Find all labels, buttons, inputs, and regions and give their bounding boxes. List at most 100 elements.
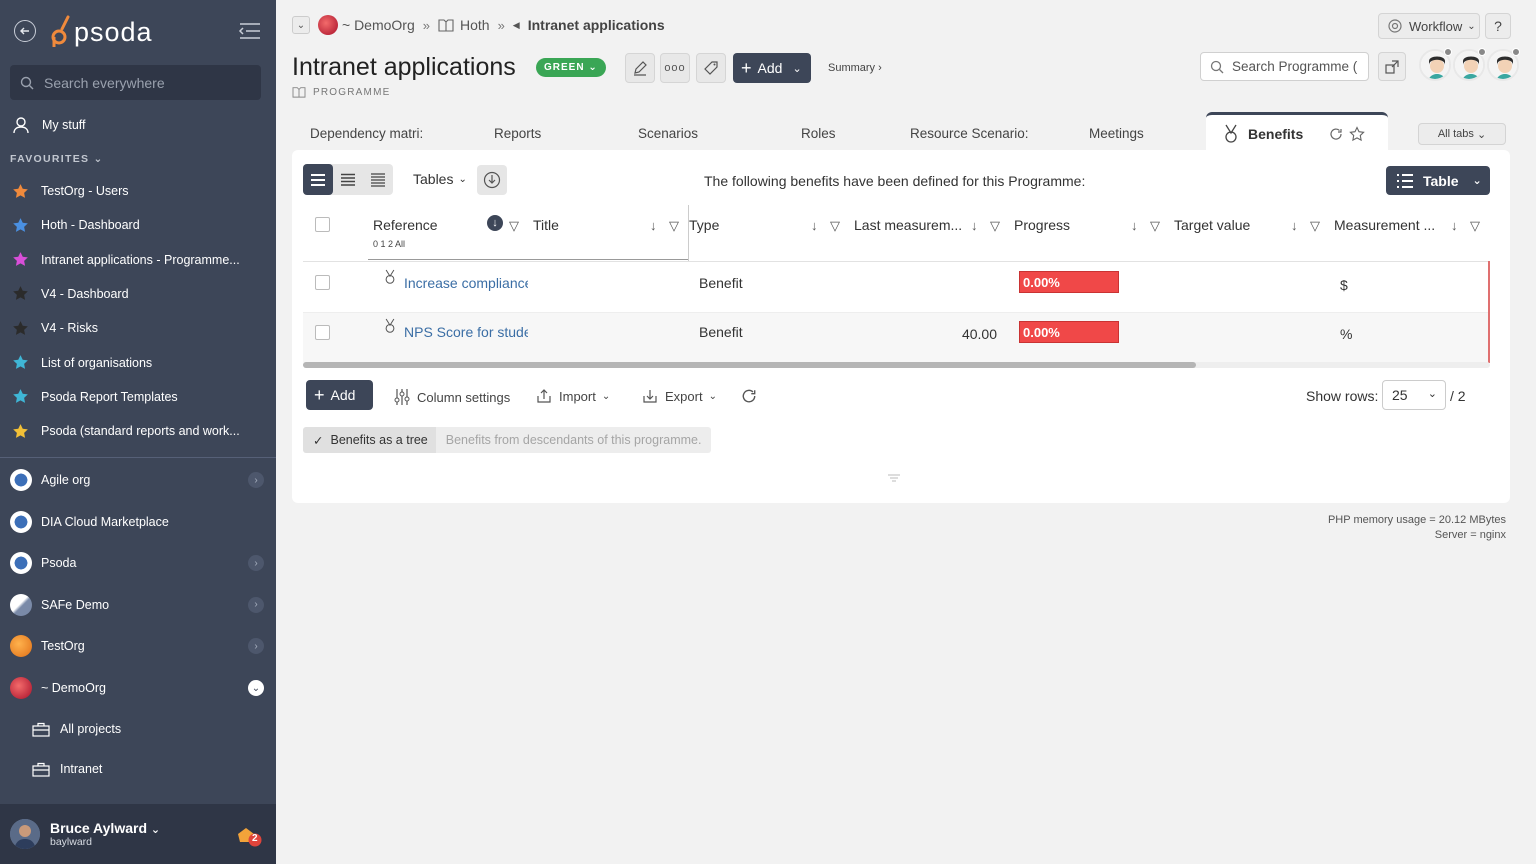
- row-checkbox[interactable]: [315, 325, 330, 340]
- favourite-item[interactable]: V4 - Risks: [0, 313, 276, 343]
- column-header-title[interactable]: Title ↓ ▽: [528, 205, 688, 260]
- sort-icon[interactable]: ↓: [1451, 218, 1458, 233]
- sort-icon[interactable]: ↓: [811, 218, 818, 233]
- refresh-button[interactable]: [741, 388, 757, 404]
- help-button[interactable]: ?: [1485, 13, 1511, 39]
- project-item[interactable]: Intranet: [0, 751, 276, 787]
- org-item[interactable]: TestOrg ›: [0, 628, 276, 664]
- back-icon[interactable]: [14, 20, 36, 42]
- edit-button[interactable]: [625, 53, 655, 83]
- global-search-input[interactable]: Search everywhere: [10, 65, 261, 100]
- sort-icon[interactable]: ↓: [971, 218, 978, 233]
- server-info: PHP memory usage = 20.12 MBytes Server =…: [1327, 514, 1506, 541]
- favourite-item[interactable]: Hoth - Dashboard: [0, 210, 276, 240]
- project-item[interactable]: All projects: [0, 711, 276, 747]
- chevron-icon[interactable]: ›: [248, 638, 264, 655]
- row-checkbox[interactable]: [315, 275, 330, 290]
- resize-handle-icon[interactable]: [888, 470, 900, 482]
- sort-active-icon[interactable]: ↓: [487, 215, 503, 231]
- column-settings-button[interactable]: Column settings: [394, 388, 510, 406]
- org-item[interactable]: Agile org ›: [0, 462, 276, 498]
- benefit-title-link[interactable]: NPS Score for stude: [404, 324, 528, 340]
- org-item[interactable]: DIA Cloud Marketplace: [0, 504, 276, 540]
- tab-roles[interactable]: Roles: [801, 126, 836, 141]
- sort-icon[interactable]: ↓: [1131, 218, 1138, 233]
- org-item[interactable]: ~ DemoOrg ⌄: [0, 670, 276, 706]
- favourite-item[interactable]: Intranet applications - Programme...: [0, 245, 276, 275]
- chevron-icon[interactable]: ⌄: [248, 680, 264, 696]
- my-stuff-link[interactable]: My stuff: [0, 110, 276, 140]
- export-dropdown[interactable]: Export ⌄: [642, 388, 717, 404]
- share-button[interactable]: [1378, 52, 1406, 81]
- tag-button[interactable]: [696, 53, 726, 83]
- rows-per-page-select[interactable]: 25 ⌄: [1382, 380, 1446, 410]
- select-all-checkbox[interactable]: [315, 217, 330, 232]
- chevron-icon[interactable]: ›: [248, 555, 264, 572]
- view-medium-button[interactable]: [333, 164, 363, 195]
- column-header-last-measurement[interactable]: Last measurem... ↓ ▽: [849, 205, 1009, 260]
- tree-options: ✓ Benefits as a tree Benefits from descen…: [303, 427, 712, 453]
- table-row[interactable]: Increase compliance Benefit 0.00% $: [303, 262, 1490, 312]
- refresh-icon[interactable]: [1329, 127, 1343, 141]
- summary-link[interactable]: Summary ›: [828, 62, 882, 74]
- column-header-type[interactable]: Type ↓ ▽: [689, 205, 849, 260]
- programme-search-input[interactable]: Search Programme (: [1200, 52, 1369, 81]
- org-item[interactable]: SAFe Demo ›: [0, 587, 276, 623]
- chevron-icon[interactable]: ›: [248, 472, 264, 488]
- column-header-target-value[interactable]: Target value ↓ ▽: [1169, 205, 1329, 260]
- favourite-item[interactable]: Psoda (standard reports and work...: [0, 416, 276, 446]
- filter-icon[interactable]: ▽: [1310, 218, 1320, 234]
- tab-dependency-matrix[interactable]: Dependency matri:: [310, 126, 428, 141]
- org-item[interactable]: Psoda ›: [0, 545, 276, 581]
- sort-icon[interactable]: ↓: [1291, 218, 1298, 233]
- column-header-measurement[interactable]: Measurement ... ↓ ▽: [1329, 205, 1489, 260]
- filter-icon[interactable]: ▽: [830, 218, 840, 234]
- scrollbar-thumb[interactable]: [303, 362, 1196, 368]
- tab-reports[interactable]: Reports: [494, 126, 541, 141]
- download-button[interactable]: [477, 165, 507, 195]
- collapse-sidebar-icon[interactable]: [238, 22, 262, 40]
- import-dropdown[interactable]: Import ⌄: [536, 388, 610, 404]
- filter-icon[interactable]: ▽: [990, 218, 1000, 234]
- favourite-item[interactable]: Psoda Report Templates: [0, 382, 276, 412]
- all-tabs-dropdown[interactable]: All tabs ⌄: [1418, 123, 1506, 145]
- sort-icon[interactable]: ↓: [650, 218, 657, 233]
- favourites-heading[interactable]: FAVOURITES ⌄: [10, 153, 104, 165]
- view-compact-button[interactable]: [363, 164, 393, 195]
- benefit-title-link[interactable]: Increase compliance: [404, 275, 528, 291]
- filter-icon[interactable]: ▽: [509, 218, 519, 234]
- tab-meetings[interactable]: Meetings: [1089, 126, 1144, 141]
- more-button[interactable]: ooo: [660, 53, 690, 83]
- filter-icon[interactable]: ▽: [669, 218, 679, 234]
- workflow-dropdown[interactable]: Workflow ⌄: [1378, 13, 1480, 39]
- tab-resource-scenarios[interactable]: Resource Scenario:: [910, 126, 1028, 141]
- benefits-as-tree-toggle[interactable]: ✓ Benefits as a tree: [303, 427, 436, 453]
- filter-icon[interactable]: ▽: [1470, 218, 1480, 234]
- star-icon[interactable]: [1349, 125, 1366, 142]
- view-large-button[interactable]: [303, 164, 333, 195]
- table-row[interactable]: NPS Score for stude Benefit 40.00 0.00% …: [303, 313, 1490, 363]
- favourite-item[interactable]: V4 - Dashboard: [0, 279, 276, 309]
- column-header-reference[interactable]: Reference 0 1 2 All ↓ ▽: [368, 205, 688, 260]
- notifications-icon[interactable]: 2: [236, 824, 262, 851]
- favourite-item[interactable]: List of organisations: [0, 348, 276, 378]
- breadcrumb-parent[interactable]: Hoth: [460, 17, 490, 33]
- view-mode-dropdown[interactable]: Table ⌄: [1386, 166, 1490, 195]
- column-header-progress[interactable]: Progress ↓ ▽: [1009, 205, 1169, 260]
- tab-benefits[interactable]: Benefits: [1206, 112, 1388, 152]
- chevron-icon[interactable]: ›: [248, 596, 264, 613]
- tables-dropdown[interactable]: Tables ⌄: [413, 171, 467, 187]
- filter-icon[interactable]: ▽: [1150, 218, 1160, 234]
- tab-scenarios[interactable]: Scenarios: [638, 126, 698, 141]
- psoda-logo[interactable]: psoda: [50, 14, 153, 50]
- add-button[interactable]: + Add ⌄: [733, 53, 811, 83]
- reference-level-filter[interactable]: 0 1 2 All: [373, 239, 405, 249]
- horizontal-scrollbar[interactable]: [303, 362, 1490, 368]
- breadcrumb-org[interactable]: ~ DemoOrg: [342, 17, 415, 33]
- add-benefit-button[interactable]: + Add: [306, 380, 373, 410]
- descendant-benefits-toggle[interactable]: Benefits from descendants of this progra…: [435, 427, 712, 453]
- breadcrumb-dropdown-icon[interactable]: ⌄: [292, 16, 310, 34]
- user-menu[interactable]: Bruce Aylward ⌄ baylward 2: [0, 804, 276, 864]
- status-badge[interactable]: GREEN ⌄: [536, 58, 606, 77]
- favourite-item[interactable]: TestOrg - Users: [0, 176, 276, 206]
